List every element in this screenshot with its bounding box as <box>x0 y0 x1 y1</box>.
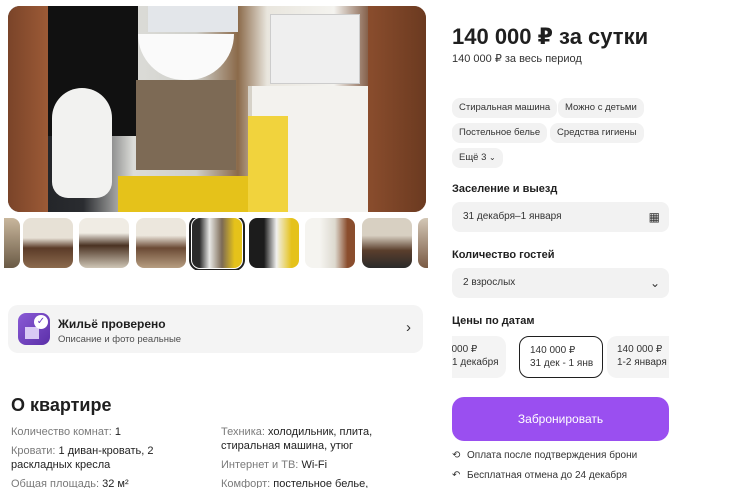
spec-beds: Кровати: 1 диван-кровать, 2 раскладных к… <box>11 444 176 472</box>
thumbnail[interactable] <box>4 218 20 268</box>
spec-key: Общая площадь: <box>11 478 100 488</box>
date-card-price: 140 000 ₽ <box>617 344 663 355</box>
price-total: 140 000 ₽ за весь период <box>452 53 582 65</box>
thumbnail[interactable] <box>418 218 428 268</box>
thumbnail[interactable] <box>136 218 186 268</box>
spec-value: 1 <box>114 426 121 438</box>
verified-title: Жильё проверено <box>58 317 166 331</box>
date-card-dates: 31 дек - 1 янв <box>530 358 594 369</box>
amenities-more-label: Ещё 3 <box>459 152 487 163</box>
spec-comfort: Комфорт: постельное белье, <box>221 477 411 488</box>
guests-select[interactable]: 2 взрослых ⌄ <box>452 268 669 298</box>
date-price-card[interactable]: 140 000 ₽ 1-2 января <box>607 336 669 378</box>
book-button[interactable]: Забронировать <box>452 397 669 441</box>
checkin-value: 31 декабря–1 января <box>463 211 562 222</box>
refresh-icon: ⟲ <box>452 450 461 461</box>
thumbnail[interactable] <box>305 218 355 268</box>
price-per-day: 140 000 ₽ за сутки <box>452 24 649 49</box>
amenities-more-button[interactable]: Ещё 3 ⌄ <box>452 148 503 168</box>
date-price-card-selected[interactable]: 140 000 ₽ 31 дек - 1 янв <box>519 336 603 378</box>
spec-internet: Интернет и ТВ: Wi-Fi <box>221 458 411 472</box>
spec-key: Техника: <box>221 426 265 438</box>
spec-area: Общая площадь: 32 м² <box>11 477 211 488</box>
chevron-down-icon: ⌄ <box>489 153 496 162</box>
thumbnail[interactable] <box>79 218 129 268</box>
guests-label: Количество гостей <box>452 249 555 261</box>
about-title: О квартире <box>11 395 112 415</box>
spec-value: Wi-Fi <box>301 459 328 471</box>
note-payment: ⟲ Оплата после подтверждения брони <box>452 450 637 461</box>
thumbnail[interactable] <box>23 218 73 268</box>
verified-subtitle: Описание и фото реальные <box>58 334 182 345</box>
price-by-date-label: Цены по датам <box>452 315 535 327</box>
spec-appliances: Техника: холодильник, плита, стиральная … <box>221 425 411 453</box>
note-text: Оплата после подтверждения брони <box>467 450 638 461</box>
spec-key: Кровати: <box>11 445 56 457</box>
photo-thumbnails <box>4 218 428 270</box>
checkin-field[interactable]: 31 декабря–1 января ▦ <box>452 202 669 232</box>
verified-home-icon: ✓ <box>18 313 50 345</box>
date-card-dates: 30-31 декабря <box>452 357 499 368</box>
calendar-icon: ▦ <box>648 210 660 224</box>
thumbnail[interactable] <box>249 218 299 268</box>
main-photo[interactable] <box>8 6 426 212</box>
spec-key: Интернет и ТВ: <box>221 459 299 471</box>
spec-key: Комфорт: <box>221 478 271 488</box>
amenity-chip[interactable]: Постельное белье <box>452 123 548 143</box>
date-card-price: 140 000 ₽ <box>530 345 576 356</box>
date-card-price: 140 000 ₽ <box>452 344 478 355</box>
price-by-date-carousel[interactable]: 140 000 ₽ 30-31 декабря 140 000 ₽ 31 дек… <box>452 330 669 384</box>
verified-card[interactable]: ✓ Жильё проверено Описание и фото реальн… <box>8 305 423 353</box>
amenity-chip[interactable]: Стиральная машина <box>452 98 558 118</box>
checkin-label: Заселение и выезд <box>452 183 558 195</box>
spec-value: 32 м² <box>102 478 129 488</box>
thumbnail-active[interactable] <box>189 218 245 270</box>
guests-value: 2 взрослых <box>463 277 516 288</box>
undo-icon: ↶ <box>452 470 461 481</box>
spec-key: Количество комнат: <box>11 426 112 438</box>
amenity-chip[interactable]: Средства гигиены <box>550 123 644 143</box>
note-text: Бесплатная отмена до 24 декабря <box>467 470 628 481</box>
note-cancel: ↶ Бесплатная отмена до 24 декабря <box>452 470 627 481</box>
thumbnail[interactable] <box>362 218 412 268</box>
spec-rooms: Количество комнат: 1 <box>11 425 211 439</box>
chevron-down-icon: ⌄ <box>649 276 660 290</box>
date-price-card[interactable]: 140 000 ₽ 30-31 декабря <box>452 336 506 378</box>
spec-value: постельное белье, <box>273 478 369 488</box>
amenity-chip[interactable]: Можно с детьми <box>558 98 644 118</box>
date-card-dates: 1-2 января <box>617 357 667 368</box>
chevron-right-icon: › <box>406 319 411 336</box>
